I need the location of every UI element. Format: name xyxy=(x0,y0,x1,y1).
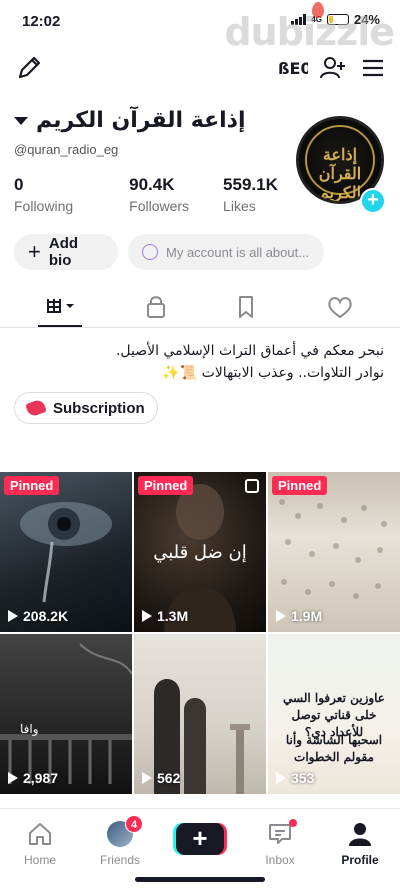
svg-text:ßE0: ßE0 xyxy=(278,59,308,78)
creator-tools-icon[interactable]: ßE0 xyxy=(278,53,312,83)
profile-actions: + Add bio My account is all about... xyxy=(14,234,324,270)
subscription-icon xyxy=(25,398,47,418)
menu-icon[interactable] xyxy=(358,53,388,83)
pinned-badge: Pinned xyxy=(138,476,194,495)
pinned-badge: Pinned xyxy=(272,476,328,495)
lock-icon[interactable] xyxy=(136,292,176,322)
display-name: إذاعة القرآن الكريم xyxy=(36,108,246,133)
edit-icon[interactable] xyxy=(14,53,44,83)
video-overlay-text: وافا xyxy=(20,722,39,736)
video-thumbnail[interactable]: Pinned إن ضل قلبي 1.3M xyxy=(134,472,266,632)
active-tab-indicator xyxy=(38,325,82,327)
add-avatar-plus-icon[interactable]: + xyxy=(360,188,386,214)
plus-icon: + xyxy=(28,239,41,264)
add-friend-icon[interactable] xyxy=(318,53,348,83)
status-bar: 12:02 4G 24% xyxy=(0,0,400,40)
video-overlay-text: إن ضل قلبي xyxy=(153,542,247,563)
heart-icon[interactable] xyxy=(320,292,360,322)
nav-friends[interactable]: 4 Friends xyxy=(80,815,160,867)
play-icon xyxy=(142,772,152,784)
inbox-unread-dot xyxy=(289,819,297,827)
signal-icon xyxy=(291,14,307,25)
status-time: 12:02 xyxy=(22,13,61,30)
friends-badge: 4 xyxy=(125,815,143,833)
view-count: 562 xyxy=(142,770,180,786)
video-thumbnail[interactable]: عاوزين تعرفوا السي خلى قناتي توصل للأعدا… xyxy=(268,634,400,794)
video-thumbnail[interactable]: Pinned 208.2K xyxy=(0,472,132,632)
nav-home[interactable]: Home xyxy=(0,821,80,867)
content-tabs xyxy=(0,288,400,328)
profile-stats: 0 Following 90.4K Followers 559.1K Likes xyxy=(14,175,278,214)
watermark-flame-icon xyxy=(312,2,324,18)
battery-icon xyxy=(326,14,349,25)
nav-profile[interactable]: Profile xyxy=(320,821,400,867)
play-icon xyxy=(8,772,18,784)
add-bio-button[interactable]: + Add bio xyxy=(14,234,118,270)
play-icon xyxy=(142,610,152,622)
subscription-button[interactable]: Subscription xyxy=(14,392,158,424)
chevron-down-icon xyxy=(14,116,28,125)
account-about-button[interactable]: My account is all about... xyxy=(128,234,324,270)
carousel-icon xyxy=(245,479,259,493)
profile-icon xyxy=(347,821,373,847)
friends-avatar: 4 xyxy=(107,815,143,847)
top-bar: ßE0 xyxy=(0,48,400,88)
view-count: 208.2K xyxy=(8,608,68,624)
smile-icon xyxy=(142,244,158,260)
stat-followers[interactable]: 90.4K Followers xyxy=(129,175,189,214)
nav-inbox[interactable]: Inbox xyxy=(240,819,320,867)
view-count: 2,987 xyxy=(8,770,58,786)
pinned-badge: Pinned xyxy=(4,476,60,495)
video-grid: Pinned 208.2K Pinned إن ضل قلبي 1.3M Pin… xyxy=(0,472,400,808)
view-count: 1.9M xyxy=(276,608,322,624)
account-switcher[interactable]: إذاعة القرآن الكريم xyxy=(14,108,246,133)
home-icon xyxy=(27,821,53,847)
video-overlay-text-2: اسحبها الشاشة وأنا مقولم الخطوات xyxy=(285,733,383,764)
create-button[interactable]: + xyxy=(176,823,224,855)
video-thumbnail[interactable]: 562 xyxy=(134,634,266,794)
bookmark-icon[interactable] xyxy=(226,292,266,322)
play-icon xyxy=(276,772,286,784)
video-thumbnail[interactable]: وافا 2,987 xyxy=(0,634,132,794)
bio-text: نبحر معكم في أعماق التراث الإسلامي الأصي… xyxy=(115,343,384,381)
video-thumbnail[interactable]: Pinned 1.9M xyxy=(268,472,400,632)
view-count: 1.3M xyxy=(142,608,188,624)
stat-likes[interactable]: 559.1K Likes xyxy=(223,175,278,214)
play-icon xyxy=(8,610,18,622)
view-count: 353 xyxy=(276,770,314,786)
tab-videos-grid-icon[interactable] xyxy=(40,292,80,322)
bottom-navigation: Home 4 Friends + Inbox Profile xyxy=(0,808,400,888)
username-handle: @quran_radio_eg xyxy=(14,142,119,157)
play-icon xyxy=(276,610,286,622)
battery-percent: 24% xyxy=(353,12,380,27)
inbox-icon xyxy=(267,819,297,847)
status-icons: 4G 24% xyxy=(291,12,380,27)
home-indicator xyxy=(135,877,265,882)
stat-following[interactable]: 0 Following xyxy=(14,175,73,214)
